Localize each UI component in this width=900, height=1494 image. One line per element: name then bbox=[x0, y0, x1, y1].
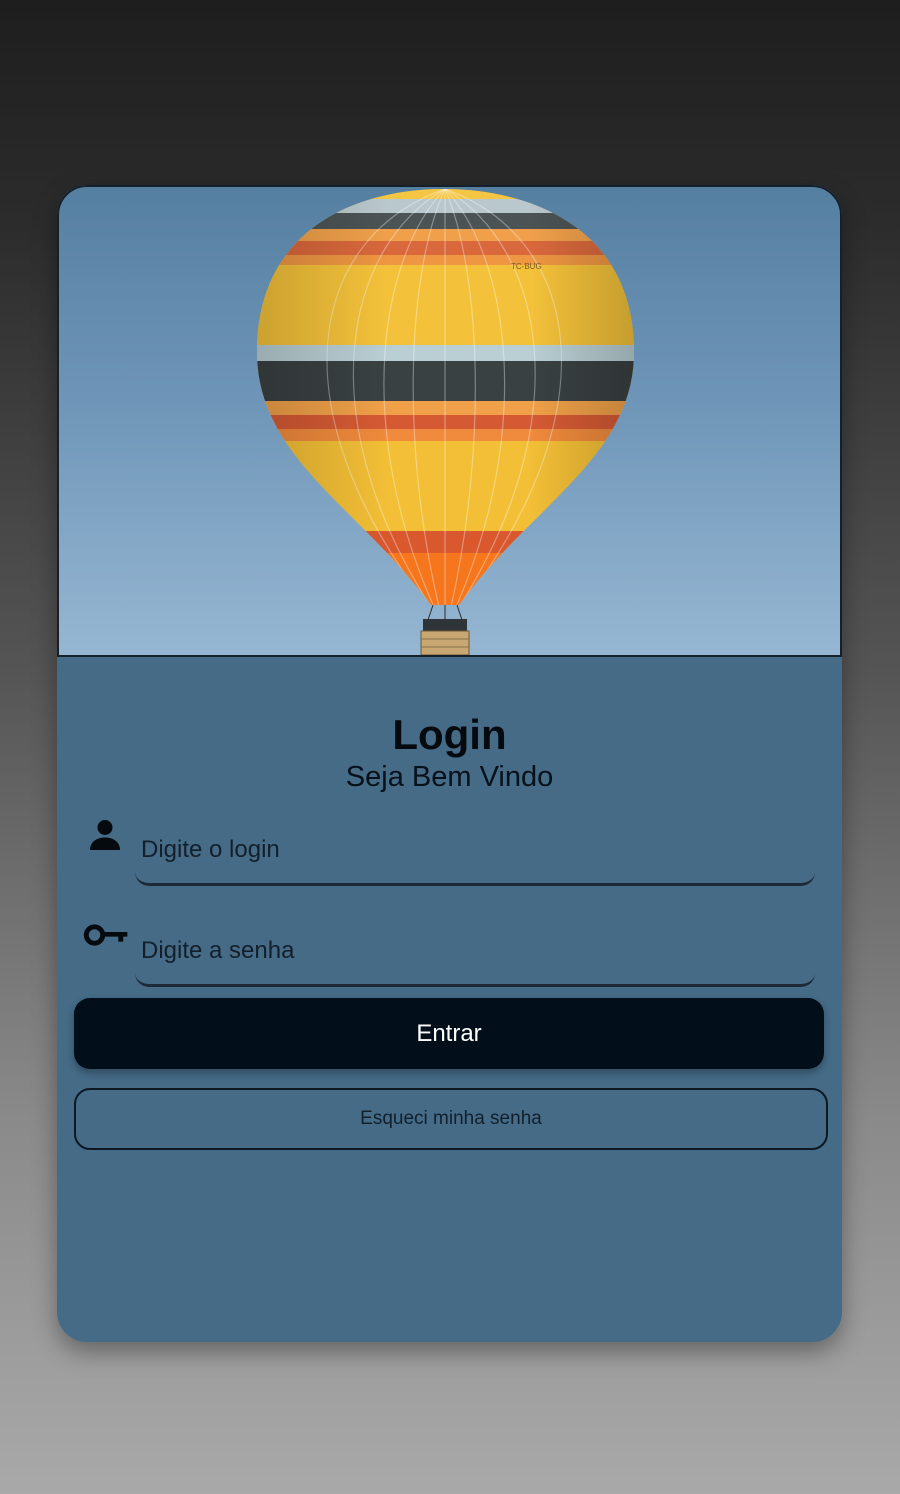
login-input[interactable] bbox=[141, 830, 801, 870]
page-subtitle: Seja Bem Vindo bbox=[345, 761, 554, 793]
page-title: Login bbox=[392, 711, 507, 758]
password-input[interactable] bbox=[141, 931, 801, 971]
person-icon bbox=[90, 820, 120, 850]
key-icon bbox=[83, 924, 128, 946]
login-field[interactable] bbox=[135, 814, 815, 886]
hot-air-balloon-illustration: TC-BUG bbox=[257, 189, 634, 655]
balloon-marking: TC-BUG bbox=[511, 262, 542, 271]
hero-image: TC-BUG bbox=[57, 185, 842, 657]
login-submit-button[interactable]: Entrar bbox=[74, 998, 824, 1069]
forgot-password-button[interactable]: Esqueci minha senha bbox=[74, 1088, 828, 1150]
login-card: TC-BUG Login Seja Bem Vindo Entrar Esque… bbox=[57, 185, 842, 1342]
password-field[interactable] bbox=[135, 915, 815, 987]
